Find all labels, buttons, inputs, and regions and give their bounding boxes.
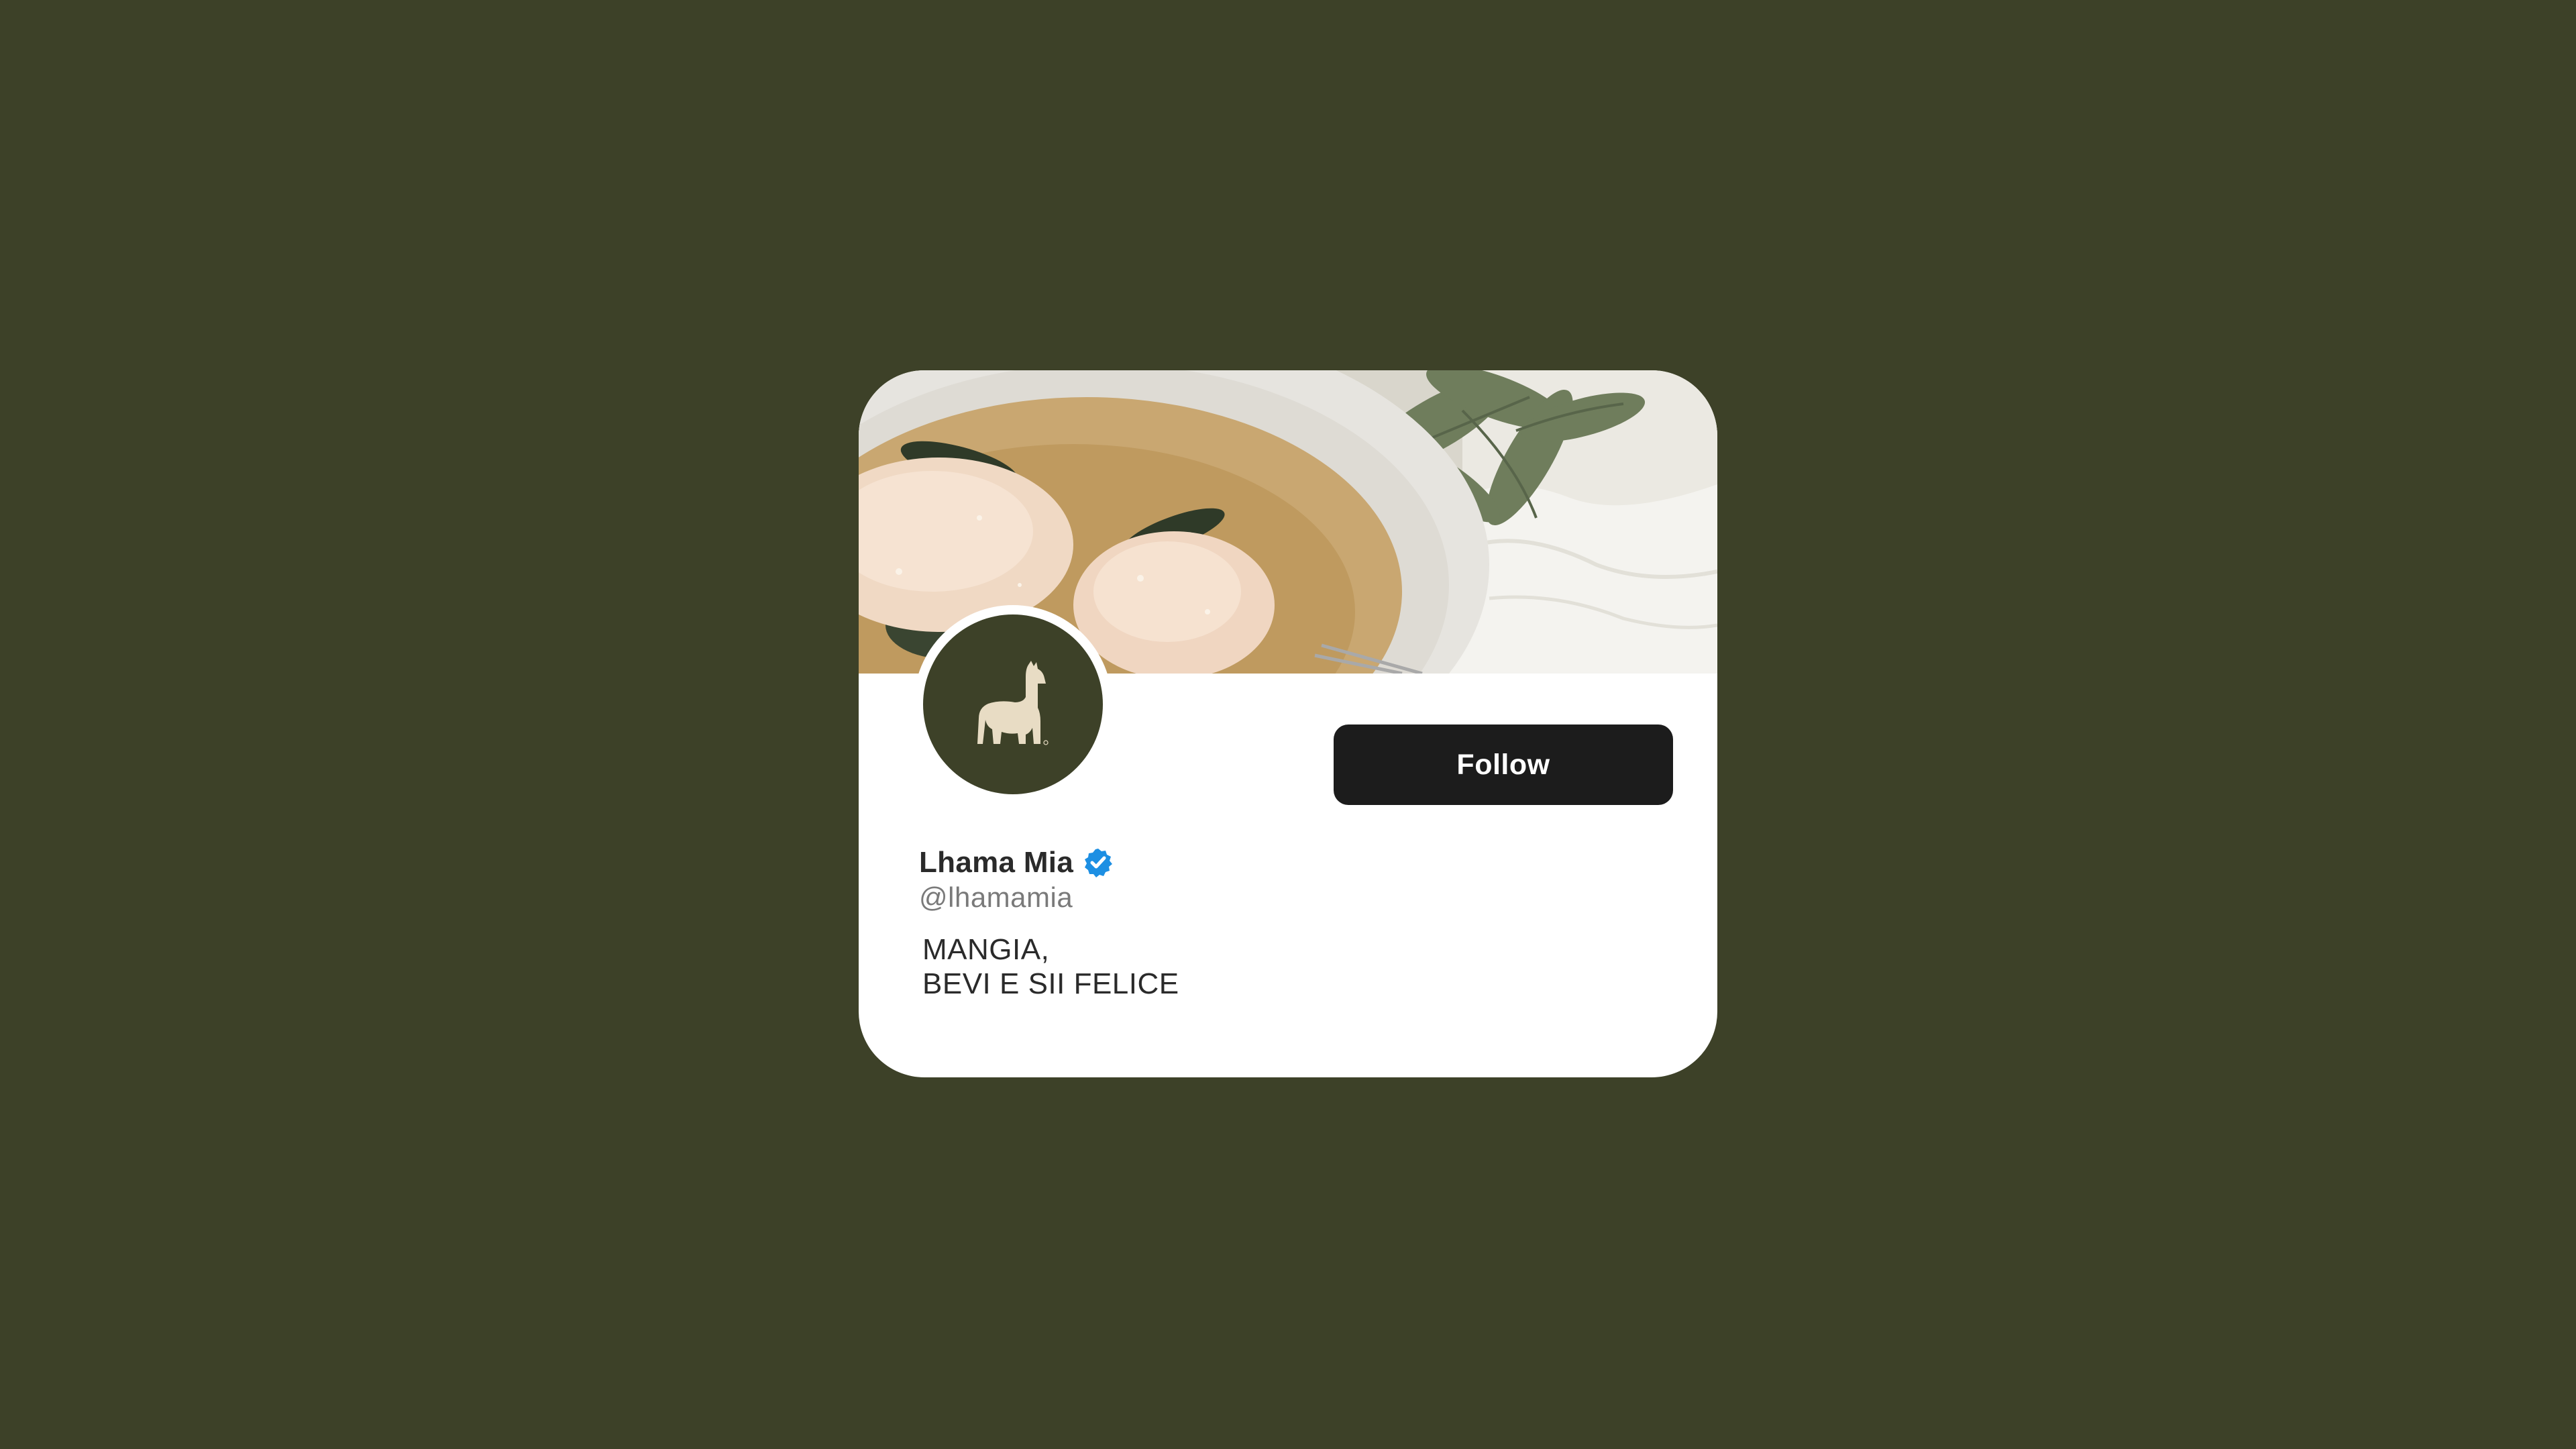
bio-line: BEVI E SII FELICE [922, 967, 1179, 1000]
follow-button[interactable]: Follow [1334, 724, 1673, 805]
name-row: Lhama Mia [919, 841, 1114, 884]
display-name: Lhama Mia [919, 846, 1074, 879]
profile-card: Follow Lhama Mia @lhamamia MANGIA, BEVI … [859, 370, 1717, 1077]
profile-bio: MANGIA, BEVI E SII FELICE [922, 932, 1179, 1001]
bio-line: MANGIA, [922, 933, 1050, 966]
verified-badge-icon [1085, 849, 1113, 877]
profile-handle: @lhamamia [919, 881, 1073, 913]
avatar[interactable] [923, 614, 1103, 794]
llama-logo-icon [977, 661, 1049, 745]
